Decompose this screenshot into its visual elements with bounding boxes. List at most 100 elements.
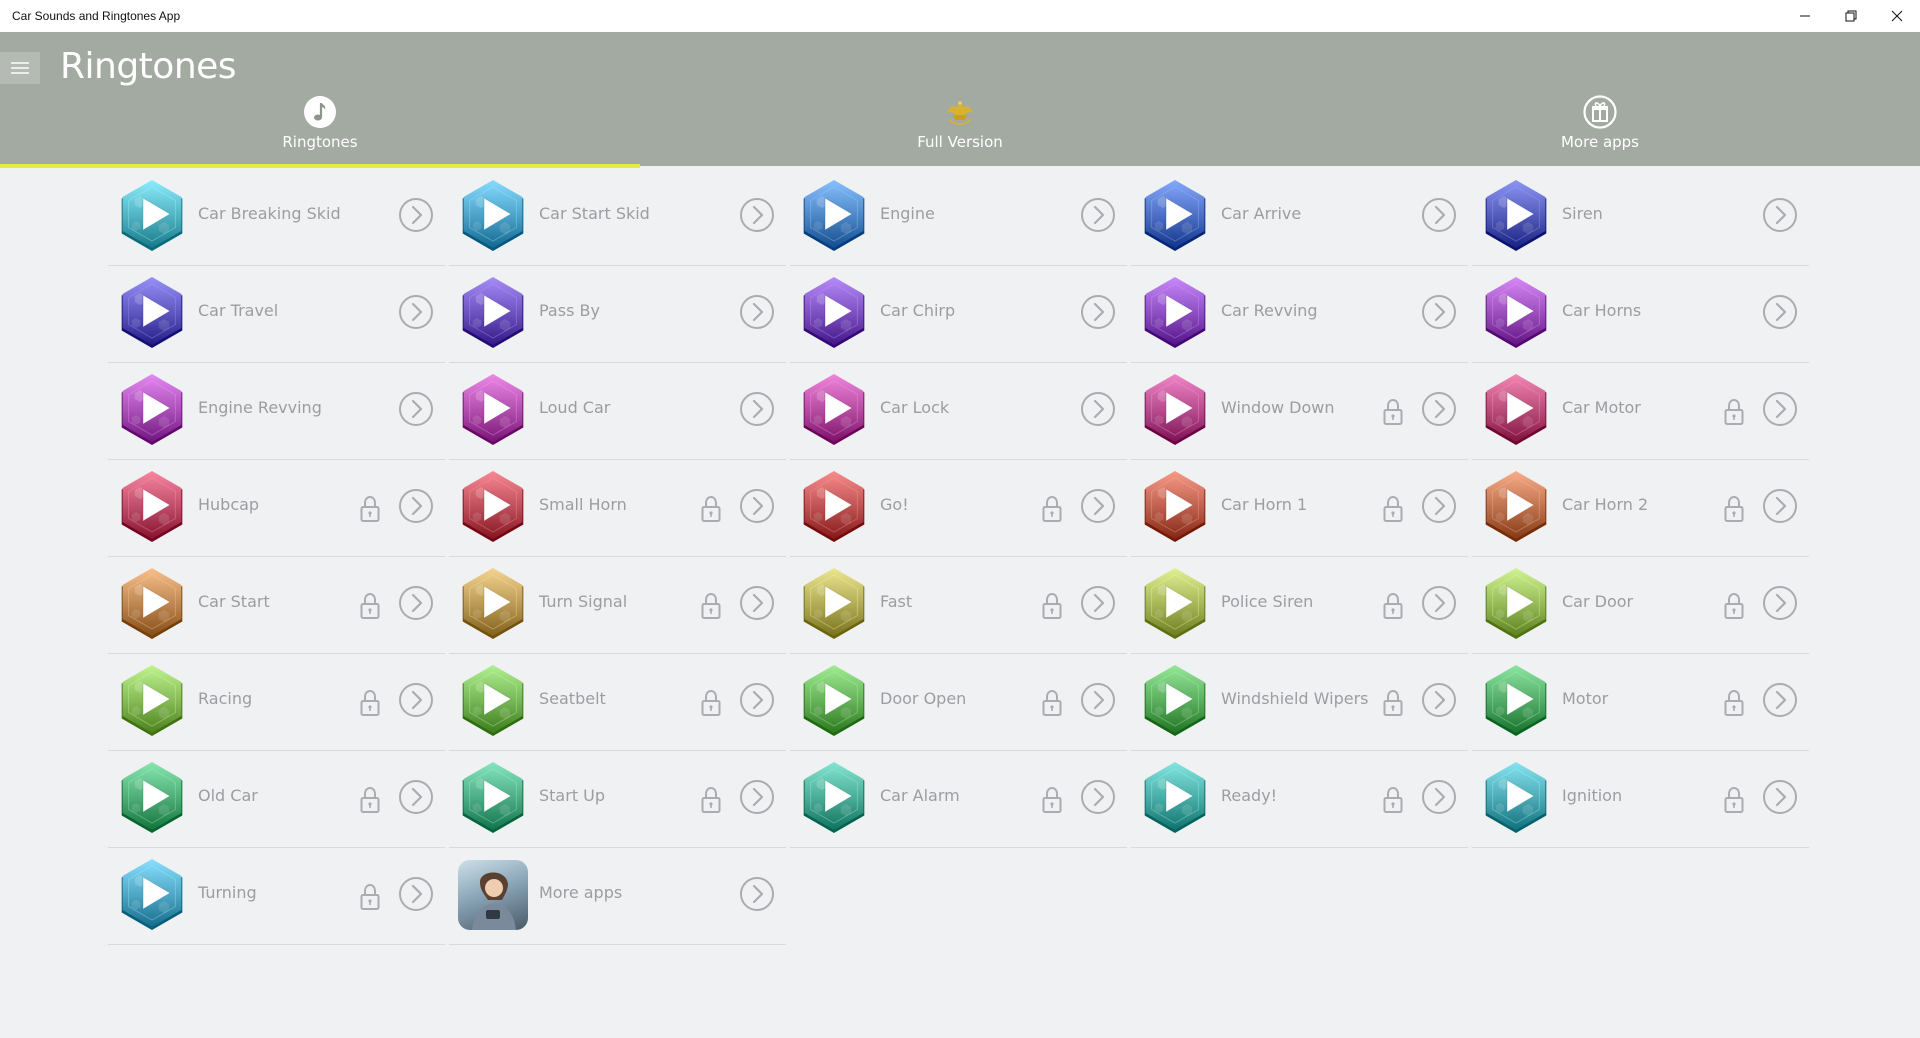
ringtone-item[interactable]: Start Up [449,751,786,848]
ringtone-item[interactable]: Police Siren [1131,557,1468,654]
chevron-right-icon[interactable] [1762,585,1798,621]
play-button-icon[interactable] [1139,663,1211,737]
ringtone-item[interactable]: Car Horn 1 [1131,460,1468,557]
chevron-right-icon[interactable] [1762,779,1798,815]
play-button-icon[interactable] [116,275,188,349]
chevron-right-icon[interactable] [1421,391,1457,427]
ringtone-item[interactable]: Car Start Skid [449,169,786,266]
chevron-right-icon[interactable] [1762,391,1798,427]
tab-ringtones[interactable]: Ringtones [0,92,640,168]
chevron-right-icon[interactable] [1421,488,1457,524]
ringtone-item[interactable]: Turning [108,848,445,945]
play-button-icon[interactable] [1480,760,1552,834]
chevron-right-icon[interactable] [398,197,434,233]
chevron-right-icon[interactable] [739,876,775,912]
ringtone-item[interactable]: Racing [108,654,445,751]
chevron-right-icon[interactable] [739,197,775,233]
play-button-icon[interactable] [1139,760,1211,834]
ringtone-item[interactable]: Pass By [449,266,786,363]
chevron-right-icon[interactable] [1762,488,1798,524]
play-button-icon[interactable] [798,663,870,737]
chevron-right-icon[interactable] [739,391,775,427]
minimize-button[interactable] [1782,0,1828,32]
play-button-icon[interactable] [457,760,529,834]
chevron-right-icon[interactable] [1080,585,1116,621]
tab-more-apps[interactable]: More apps [1280,92,1920,166]
chevron-right-icon[interactable] [1080,779,1116,815]
ringtone-item[interactable]: Car Arrive [1131,169,1468,266]
ringtone-item[interactable]: Seatbelt [449,654,786,751]
ringtone-item[interactable]: Fast [790,557,1127,654]
play-button-icon[interactable] [798,469,870,543]
ringtone-item[interactable]: Motor [1472,654,1809,751]
chevron-right-icon[interactable] [398,876,434,912]
tab-full-version[interactable]: Full Version [640,92,1280,166]
chevron-right-icon[interactable] [1762,294,1798,330]
person-photo-icon[interactable] [458,860,528,930]
chevron-right-icon[interactable] [1080,197,1116,233]
play-button-icon[interactable] [798,566,870,640]
ringtone-item[interactable]: Car Door [1472,557,1809,654]
ringtone-item[interactable]: Old Car [108,751,445,848]
chevron-right-icon[interactable] [398,391,434,427]
ringtone-item[interactable]: Loud Car [449,363,786,460]
play-button-icon[interactable] [798,178,870,252]
ringtone-item[interactable]: Windshield Wipers [1131,654,1468,751]
chevron-right-icon[interactable] [398,682,434,718]
chevron-right-icon[interactable] [398,585,434,621]
ringtone-item[interactable]: Car Chirp [790,266,1127,363]
ringtone-item[interactable]: Ignition [1472,751,1809,848]
ringtone-item[interactable]: Engine Revving [108,363,445,460]
play-button-icon[interactable] [1139,469,1211,543]
chevron-right-icon[interactable] [739,488,775,524]
play-button-icon[interactable] [1480,663,1552,737]
chevron-right-icon[interactable] [398,488,434,524]
ringtone-item[interactable]: Car Start [108,557,445,654]
play-button-icon[interactable] [1480,372,1552,446]
ringtone-item[interactable]: Car Motor [1472,363,1809,460]
play-button-icon[interactable] [1139,372,1211,446]
close-button[interactable] [1874,0,1920,32]
chevron-right-icon[interactable] [1421,294,1457,330]
ringtone-item[interactable]: Car Horn 2 [1472,460,1809,557]
chevron-right-icon[interactable] [1421,197,1457,233]
play-button-icon[interactable] [1480,566,1552,640]
play-button-icon[interactable] [457,275,529,349]
play-button-icon[interactable] [798,275,870,349]
chevron-right-icon[interactable] [398,294,434,330]
play-button-icon[interactable] [457,663,529,737]
play-button-icon[interactable] [798,760,870,834]
restore-button[interactable] [1828,0,1874,32]
play-button-icon[interactable] [116,178,188,252]
chevron-right-icon[interactable] [739,294,775,330]
ringtone-item[interactable]: Car Horns [1472,266,1809,363]
play-button-icon[interactable] [457,178,529,252]
ringtone-item[interactable]: Hubcap [108,460,445,557]
ringtone-item[interactable]: Go! [790,460,1127,557]
play-button-icon[interactable] [457,469,529,543]
chevron-right-icon[interactable] [1421,682,1457,718]
chevron-right-icon[interactable] [1080,488,1116,524]
chevron-right-icon[interactable] [1421,779,1457,815]
ringtone-item[interactable]: Turn Signal [449,557,786,654]
play-button-icon[interactable] [1480,275,1552,349]
ringtone-item[interactable]: Window Down [1131,363,1468,460]
play-button-icon[interactable] [116,663,188,737]
play-button-icon[interactable] [116,566,188,640]
chevron-right-icon[interactable] [1080,682,1116,718]
ringtone-item[interactable]: Small Horn [449,460,786,557]
hamburger-menu-button[interactable] [0,52,40,84]
ringtone-item[interactable]: Car Travel [108,266,445,363]
ringtone-item[interactable]: Car Revving [1131,266,1468,363]
chevron-right-icon[interactable] [1762,197,1798,233]
ringtone-item[interactable]: Car Alarm [790,751,1127,848]
ringtone-item[interactable]: Car Lock [790,363,1127,460]
play-button-icon[interactable] [1480,178,1552,252]
chevron-right-icon[interactable] [739,585,775,621]
play-button-icon[interactable] [1480,469,1552,543]
chevron-right-icon[interactable] [739,779,775,815]
play-button-icon[interactable] [457,372,529,446]
ringtone-item[interactable]: Ready! [1131,751,1468,848]
play-button-icon[interactable] [457,566,529,640]
chevron-right-icon[interactable] [1421,585,1457,621]
